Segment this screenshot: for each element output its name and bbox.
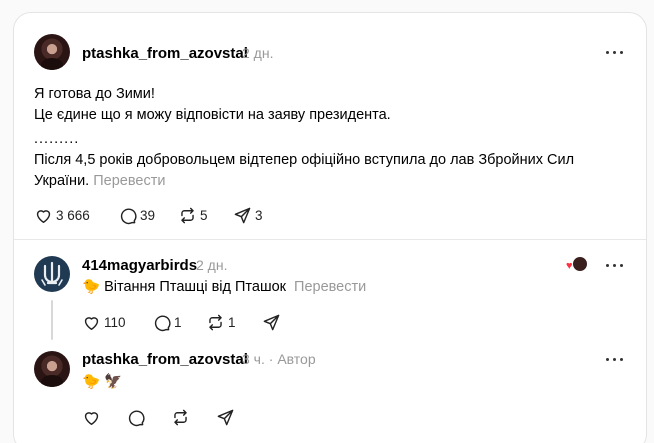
repost-count: 5 [200, 207, 208, 223]
more-options-icon[interactable] [606, 263, 626, 269]
post-username[interactable]: ptashka_from_azovstal [82, 45, 248, 62]
reply-time[interactable]: 3 ч. [242, 351, 265, 367]
share-button[interactable] [216, 407, 235, 427]
avatar[interactable] [34, 351, 70, 387]
heart-icon [84, 316, 99, 330]
chick-emoji: 🐤 [82, 279, 101, 295]
post-actions: 3 666 39 5 3 [34, 205, 334, 225]
separator-dot: · [268, 351, 274, 367]
comment-icon [154, 314, 171, 331]
like-button[interactable] [82, 407, 101, 427]
comment-count: 1 [174, 314, 182, 330]
repost-button[interactable] [171, 407, 190, 427]
share-button[interactable] [262, 312, 281, 332]
post-text-line-3: ......... [34, 131, 80, 147]
liked-by-author-indicator[interactable]: ♥ [566, 256, 588, 274]
share-button[interactable]: 3 [233, 205, 263, 225]
comment-icon [128, 409, 145, 426]
reply-text-body: Вітання Пташці від Пташок [104, 279, 286, 295]
repost-count: 1 [228, 314, 236, 330]
repost-icon [209, 314, 222, 330]
like-count: 3 666 [56, 207, 90, 223]
comment-count: 39 [140, 207, 156, 223]
author-mini-avatar [572, 256, 588, 272]
repost-icon [181, 207, 194, 223]
avatar[interactable] [34, 34, 70, 70]
send-icon [234, 207, 251, 223]
post-text-line-5: України. Перевести [34, 171, 165, 192]
reply-username[interactable]: ptashka_from_azovstal [82, 351, 248, 368]
like-count: 110 [104, 314, 126, 330]
like-button[interactable]: 110 [82, 312, 126, 332]
send-icon [263, 314, 280, 330]
comment-icon [120, 207, 137, 224]
post-text-line-1: Я готова до Зими! [34, 86, 155, 102]
post-text-line-5-text: України. [34, 173, 90, 189]
avatar[interactable] [34, 256, 70, 292]
repost-button[interactable]: 1 [206, 312, 236, 332]
more-options-icon[interactable] [606, 50, 626, 56]
post-text-line-2: Це єдине що я можу відповісти на заяву п… [34, 107, 391, 123]
heart-icon [36, 209, 51, 223]
thread-line [51, 300, 53, 340]
emoji-text: 🐤 🦅 [82, 374, 123, 390]
more-options-icon[interactable] [606, 357, 626, 363]
reply-text: 🐤 Вітання Пташці від Пташок Перевести [82, 277, 366, 298]
comment-button[interactable] [126, 407, 145, 427]
send-icon [217, 409, 234, 425]
repost-icon [174, 409, 187, 425]
share-count: 3 [255, 207, 263, 223]
like-button[interactable]: 3 666 [34, 205, 90, 225]
comment-button[interactable]: 1 [152, 312, 182, 332]
translate-link[interactable]: Перевести [294, 279, 366, 295]
trident-badge-icon [41, 261, 63, 286]
reply-text: 🐤 🦅 [82, 372, 122, 393]
thread-card: ptashka_from_azovstal 2 дн. Я готова до … [13, 12, 647, 443]
reply-time[interactable]: 2 дн. [196, 257, 227, 273]
reply-username[interactable]: 414magyarbirds [82, 257, 197, 274]
reply-actions [82, 407, 282, 427]
post-time[interactable]: 2 дн. [242, 45, 273, 61]
heart-icon [84, 411, 99, 425]
translate-link[interactable]: Перевести [93, 173, 165, 189]
reply-time-and-author: 3 ч. · Автор [242, 351, 316, 367]
repost-button[interactable]: 5 [178, 205, 208, 225]
post-text-line-4: Після 4,5 років добровольцем відтепер оф… [34, 152, 575, 168]
reply-actions: 110 1 1 [82, 312, 282, 332]
comment-button[interactable]: 39 [118, 205, 155, 225]
divider [14, 239, 646, 240]
author-label: Автор [277, 351, 316, 367]
